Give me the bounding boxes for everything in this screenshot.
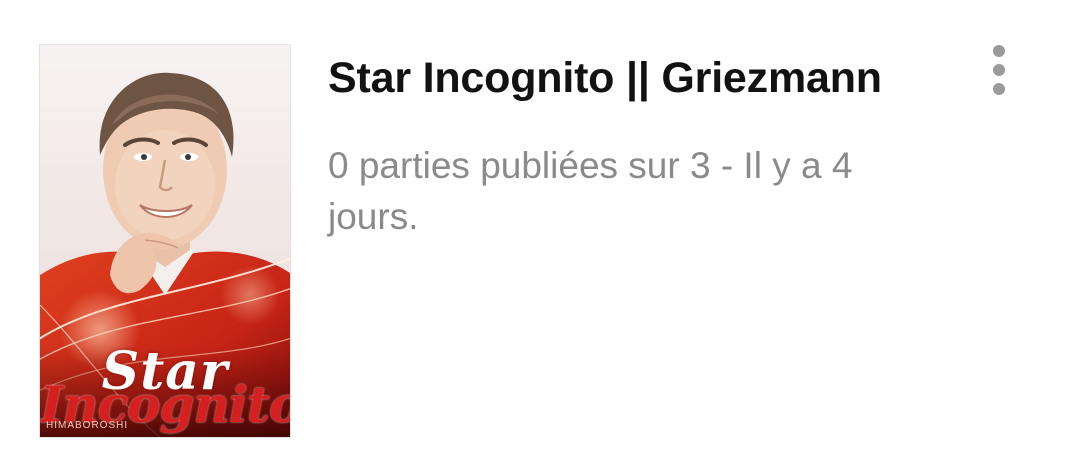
menu-dot (993, 45, 1005, 57)
menu-dot (993, 83, 1005, 95)
cover-artwork (40, 45, 290, 437)
story-title[interactable]: Star Incognito || Griezmann (328, 54, 882, 103)
story-cover-image[interactable]: Star Incognito HIMABOROSHI (40, 45, 290, 437)
more-options-button[interactable] (982, 40, 1016, 100)
cover-credit: HIMABOROSHI (46, 420, 129, 431)
story-meta: 0 parties publiées sur 3 - Il y a 4 jour… (328, 145, 853, 237)
story-list-item[interactable]: Star Incognito HIMABOROSHI Star Incognit… (0, 0, 1065, 471)
menu-dot (993, 64, 1005, 76)
